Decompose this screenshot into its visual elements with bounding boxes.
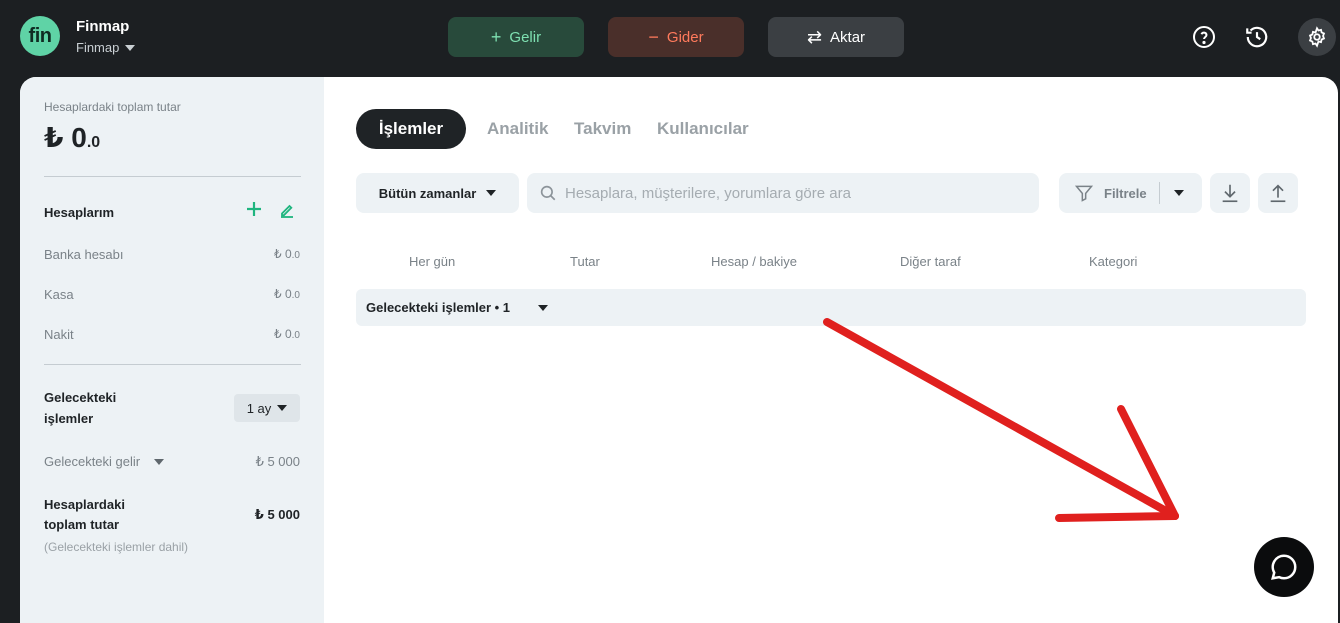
support-chat-button[interactable] xyxy=(1254,537,1314,597)
column-header-date[interactable]: Her gün xyxy=(409,254,455,269)
chat-bubble-icon xyxy=(1271,554,1297,580)
account-balance-int: ₺ 0 xyxy=(274,247,292,261)
future-transactions-title-2: işlemler xyxy=(44,411,94,426)
future-income-label: Gelecekteki gelir xyxy=(44,454,141,469)
account-name[interactable]: Banka hesabı xyxy=(44,247,124,262)
time-filter-dropdown[interactable]: Bütün zamanlar xyxy=(356,173,519,213)
search-box[interactable] xyxy=(527,173,1039,213)
tab-calendar[interactable]: Takvim xyxy=(574,119,631,139)
future-total-label-2: toplam tutar xyxy=(44,517,120,532)
account-name[interactable]: Kasa xyxy=(44,287,74,302)
chevron-down-icon xyxy=(538,304,549,311)
sidebar: Hesaplardaki toplam tutar ₺ 0.0 Hesaplar… xyxy=(20,77,324,623)
future-total-note: (Gelecekteki işlemler dahil) xyxy=(44,540,189,554)
account-balance-dec: .0 xyxy=(291,330,300,341)
account-balance: ₺ 0.0 xyxy=(274,287,300,301)
chevron-down-icon xyxy=(125,44,136,51)
edit-accounts-icon[interactable] xyxy=(279,202,295,218)
divider xyxy=(44,176,301,177)
download-icon xyxy=(1222,184,1238,203)
account-balance-dec: .0 xyxy=(291,250,300,261)
chevron-down-icon xyxy=(277,405,288,411)
filter-icon xyxy=(1074,185,1094,202)
future-total-label: Hesaplardaki xyxy=(44,497,125,512)
divider xyxy=(1158,182,1160,204)
period-select[interactable]: 1 ay xyxy=(234,394,300,422)
tab-users[interactable]: Kullanıcılar xyxy=(657,119,749,139)
total-balance-dec: .0 xyxy=(86,134,101,151)
divider xyxy=(44,364,301,365)
app-logo[interactable]: fin xyxy=(20,16,60,56)
expense-label: Gider xyxy=(666,28,704,46)
account-balance: ₺ 0.0 xyxy=(274,247,300,261)
column-header-category[interactable]: Kategori xyxy=(1089,254,1137,269)
import-button[interactable] xyxy=(1258,173,1298,213)
filter-button[interactable]: Filtrele xyxy=(1059,173,1202,213)
tab-analytics[interactable]: Analitik xyxy=(487,119,548,139)
search-input[interactable] xyxy=(565,184,1025,202)
upload-icon xyxy=(1270,184,1286,203)
help-button[interactable] xyxy=(1185,18,1223,56)
history-button[interactable] xyxy=(1238,18,1276,56)
filter-label: Filtrele xyxy=(1104,185,1147,201)
future-income-value: ₺ 5 000 xyxy=(255,454,300,469)
future-transactions-title: Gelecekteki xyxy=(44,390,117,405)
chevron-down-icon[interactable] xyxy=(1173,190,1184,196)
main-panel: Hesaplardaki toplam tutar ₺ 0.0 Hesaplar… xyxy=(20,77,1338,623)
income-label: Gelir xyxy=(509,28,542,46)
gear-icon xyxy=(1308,26,1326,48)
top-bar: fin Finmap Finmap + Gelir − Gider ⇄ Akta… xyxy=(0,0,1340,76)
future-transactions-row[interactable]: Gelecekteki işlemler • 1 xyxy=(356,289,1306,326)
time-filter-value: Bütün zamanlar xyxy=(378,185,477,201)
total-balance-label: Hesaplardaki toplam tutar xyxy=(44,100,181,114)
account-name[interactable]: Nakit xyxy=(44,327,74,342)
transfer-icon: ⇄ xyxy=(806,27,823,47)
column-header-account[interactable]: Hesap / bakiye xyxy=(711,254,797,269)
transfer-label: Aktar xyxy=(830,28,866,46)
account-balance-int: ₺ 0 xyxy=(274,287,292,301)
settings-button[interactable] xyxy=(1298,18,1336,56)
workspace-name: Finmap xyxy=(76,40,120,55)
help-icon xyxy=(1193,26,1215,48)
add-account-icon[interactable] xyxy=(246,201,262,217)
add-income-button[interactable]: + Gelir xyxy=(448,17,584,57)
column-header-counterparty[interactable]: Diğer taraf xyxy=(900,254,961,269)
future-transactions-label: Gelecekteki işlemler • 1 xyxy=(366,300,511,315)
column-header-amount[interactable]: Tutar xyxy=(570,254,600,269)
account-balance: ₺ 0.0 xyxy=(274,327,300,341)
search-icon xyxy=(540,185,556,201)
chevron-down-icon xyxy=(486,190,497,196)
accounts-title: Hesaplarım xyxy=(44,205,115,220)
tab-transactions[interactable]: İşlemler xyxy=(356,109,466,149)
add-transfer-button[interactable]: ⇄ Aktar xyxy=(768,17,904,57)
history-icon xyxy=(1246,26,1268,48)
future-total-value: ₺ 5 000 xyxy=(254,507,300,522)
plus-icon: + xyxy=(490,27,502,47)
period-value: 1 ay xyxy=(246,400,272,416)
workspace-switcher[interactable]: Finmap xyxy=(76,40,136,55)
total-balance-int: ₺ 0 xyxy=(44,122,87,153)
account-balance-int: ₺ 0 xyxy=(274,327,292,341)
chevron-down-icon xyxy=(154,458,165,465)
workspace-title: Finmap xyxy=(76,18,130,35)
future-income-toggle[interactable]: Gelecekteki gelir xyxy=(44,454,165,469)
minus-icon: − xyxy=(648,27,659,47)
add-expense-button[interactable]: − Gider xyxy=(608,17,744,57)
total-balance: ₺ 0.0 xyxy=(44,121,100,154)
export-button[interactable] xyxy=(1210,173,1250,213)
account-balance-dec: .0 xyxy=(291,290,300,301)
